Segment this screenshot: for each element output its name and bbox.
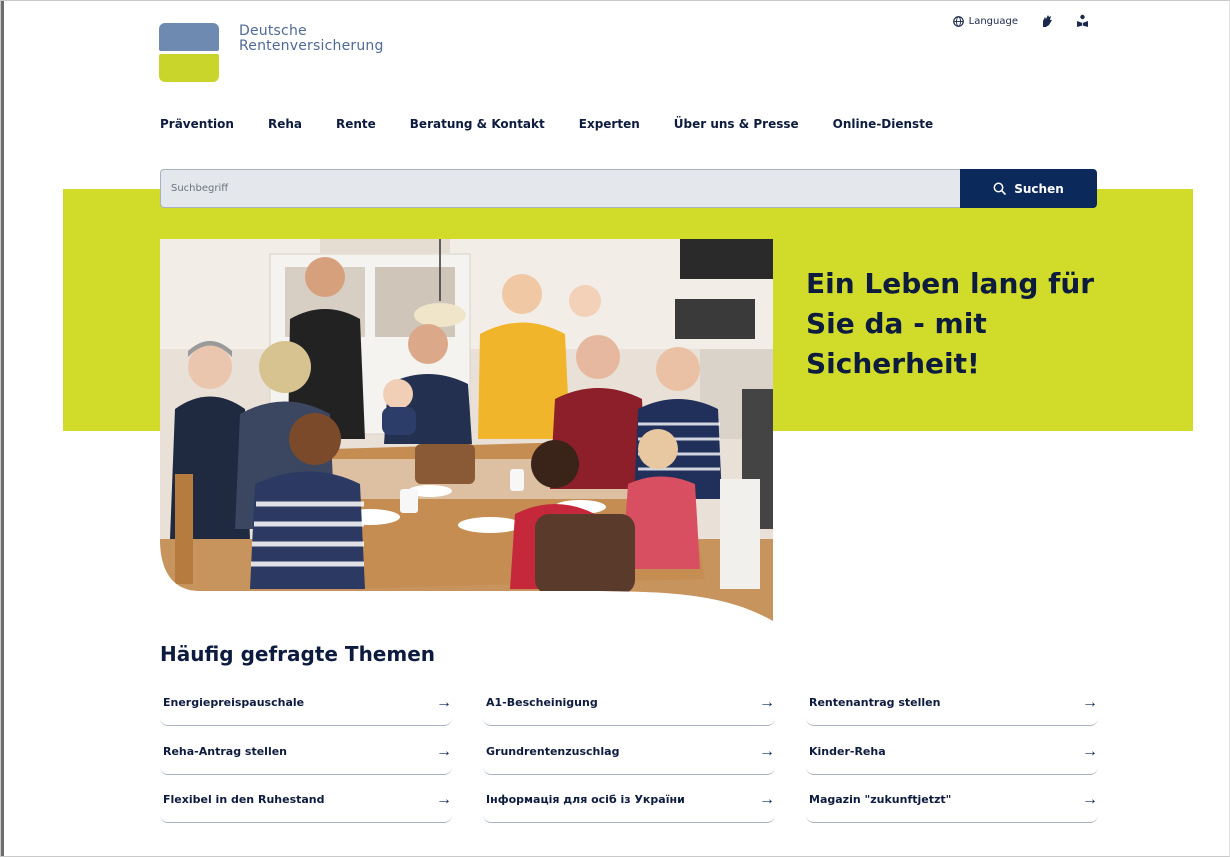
faq-link-label: Flexibel in den Ruhestand [163, 793, 325, 806]
arrow-right-icon: → [436, 742, 452, 760]
faq-link-energiepreispauschale[interactable]: Energiepreispauschale → [160, 680, 452, 726]
family-at-dining-table-photo [160, 239, 773, 621]
language-switcher[interactable]: Language [952, 15, 1018, 27]
nav-item-beratung-kontakt[interactable]: Beratung & Kontakt [410, 117, 545, 131]
faq-link-ukraine-info[interactable]: Інформація для осіб із України → [483, 777, 775, 823]
search-bar: Suchen [160, 169, 1097, 208]
faq-link-label: Magazin "zukunftjetzt" [809, 793, 952, 806]
logo-wordmark: Deutsche Rentenversicherung [239, 24, 384, 54]
window-left-edge [1, 1, 4, 856]
page-frame: Deutsche Rentenversicherung Language Prä… [0, 0, 1230, 857]
faq-link-magazin-zukunftjetzt[interactable]: Magazin "zukunftjetzt" → [806, 777, 1098, 823]
faq-link-reha-antrag-stellen[interactable]: Reha-Antrag stellen → [160, 729, 452, 775]
faq-link-rentenantrag-stellen[interactable]: Rentenantrag stellen → [806, 680, 1098, 726]
arrow-right-icon: → [436, 790, 452, 808]
logo-line-1: Deutsche [239, 23, 307, 39]
faq-link-grundrentenzuschlag[interactable]: Grundrentenzuschlag → [483, 729, 775, 775]
site-logo[interactable]: Deutsche Rentenversicherung [159, 23, 419, 83]
nav-item-online-dienste[interactable]: Online-Dienste [833, 117, 933, 131]
nav-item-experten[interactable]: Experten [579, 117, 640, 131]
logo-mark-bottom [159, 54, 219, 82]
arrow-right-icon: → [1082, 693, 1098, 711]
search-button[interactable]: Suchen [960, 169, 1097, 208]
faq-heading: Häufig gefragte Themen [160, 642, 436, 666]
faq-link-flexibel-ruhestand[interactable]: Flexibel in den Ruhestand → [160, 777, 452, 823]
arrow-right-icon: → [436, 693, 452, 711]
faq-link-label: Kinder-Reha [809, 745, 886, 758]
easy-language-reader-icon[interactable] [1076, 14, 1089, 28]
arrow-right-icon: → [759, 742, 775, 760]
nav-item-rente[interactable]: Rente [336, 117, 376, 131]
logo-mark-top [159, 23, 219, 51]
hero-title: Ein Leben lang für Sie da - mit Sicherhe… [806, 267, 1095, 380]
sign-language-hand-icon[interactable] [1040, 14, 1054, 28]
language-label: Language [968, 15, 1018, 27]
faq-link-label: Rentenantrag stellen [809, 696, 941, 709]
nav-item-ueber-uns-presse[interactable]: Über uns & Presse [674, 117, 799, 131]
nav-item-praevention[interactable]: Prävention [160, 117, 234, 131]
arrow-right-icon: → [759, 693, 775, 711]
faq-link-label: Reha-Antrag stellen [163, 745, 288, 758]
arrow-right-icon: → [759, 790, 775, 808]
faq-link-a1-bescheinigung[interactable]: A1-Bescheinigung → [483, 680, 775, 726]
faq-link-label: Інформація для осіб із України [486, 793, 685, 806]
search-icon [993, 182, 1007, 195]
utility-nav: Language [952, 14, 1089, 28]
logo-line-2: Rentenversicherung [239, 38, 384, 54]
faq-link-label: Grundrentenzuschlag [486, 745, 620, 758]
main-navigation: Prävention Reha Rente Beratung & Kontakt… [160, 117, 933, 131]
faq-link-label: A1-Bescheinigung [486, 696, 598, 709]
globe-icon [952, 15, 964, 27]
search-button-label: Suchen [1014, 181, 1064, 196]
arrow-right-icon: → [1082, 790, 1098, 808]
arrow-right-icon: → [1082, 742, 1098, 760]
faq-link-label: Energiepreispauschale [163, 696, 305, 709]
search-input[interactable] [160, 169, 960, 208]
nav-item-reha[interactable]: Reha [268, 117, 302, 131]
faq-link-kinder-reha[interactable]: Kinder-Reha → [806, 729, 1098, 775]
